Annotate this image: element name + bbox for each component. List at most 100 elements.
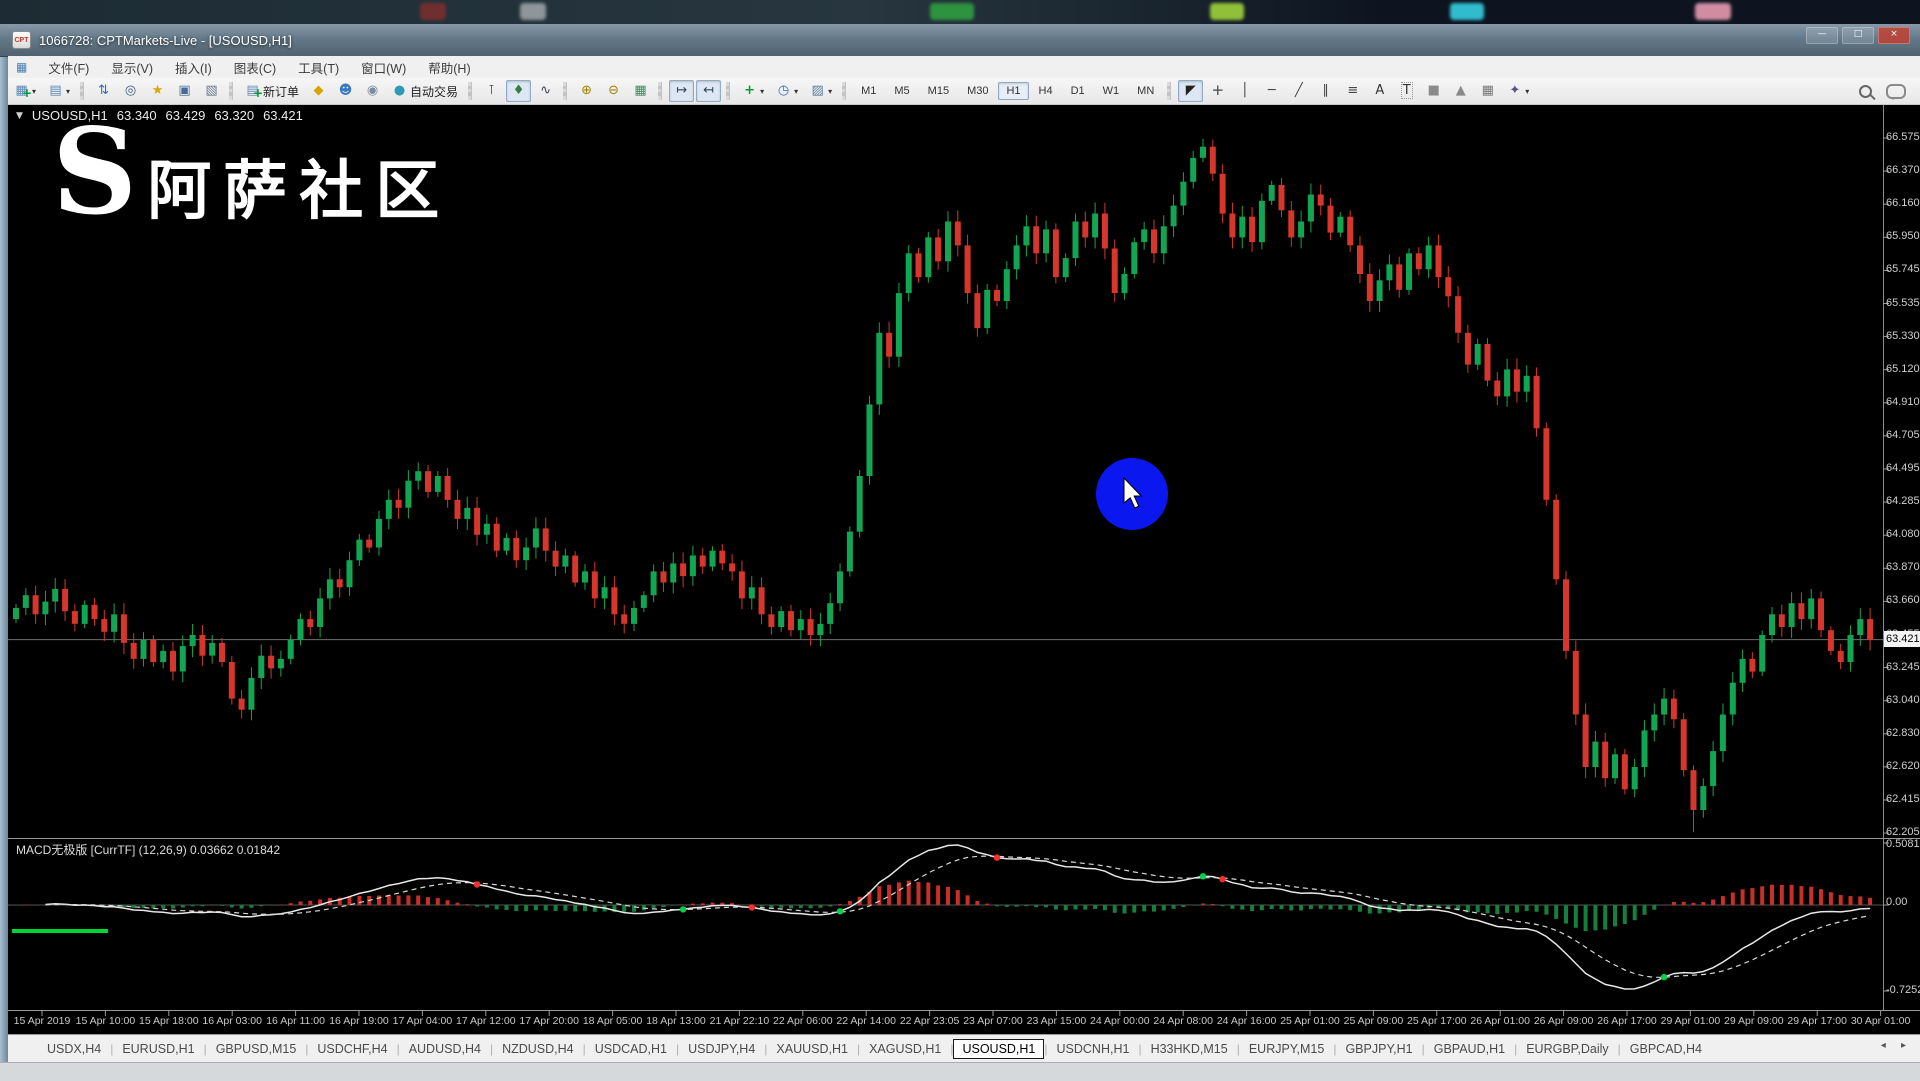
tab-xagusd-h1[interactable]: XAGUSD,H1 <box>860 1039 950 1059</box>
tab-usdjpy-h4[interactable]: USDJPY,H4 <box>679 1039 764 1059</box>
trendline-tool-button[interactable] <box>1286 80 1311 102</box>
signals-icon <box>365 83 380 99</box>
tab-audusd-h4[interactable]: AUDUSD,H4 <box>400 1039 490 1059</box>
chart-header[interactable]: ▼ USOUSD,H1 63.340 63.429 63.320 63.421 <box>16 108 303 123</box>
new-chart-button[interactable]: ▾ <box>9 80 41 102</box>
data-window-button[interactable] <box>145 80 170 102</box>
caret-down-icon: ▾ <box>66 87 70 96</box>
tab-usdcad-h1[interactable]: USDCAD,H1 <box>586 1039 676 1059</box>
bar-chart-button[interactable] <box>479 80 504 102</box>
text-tool-button[interactable] <box>1367 80 1392 102</box>
tab-gbpcad-h4[interactable]: GBPCAD,H4 <box>1621 1039 1711 1059</box>
minimize-button[interactable] <box>1806 27 1838 44</box>
indicators-icon <box>742 83 757 99</box>
caret-down-icon: ▾ <box>1525 87 1529 96</box>
maximize-button[interactable] <box>1842 27 1874 44</box>
indicators-button[interactable]: ▾ <box>737 80 769 102</box>
line-chart-button[interactable] <box>533 80 558 102</box>
timeframe-m1-button[interactable]: M1 <box>853 82 884 100</box>
zoom-out-button[interactable] <box>601 80 626 102</box>
caret-down-icon: ▾ <box>32 87 36 96</box>
terminal-icon <box>177 83 192 99</box>
toolbar-groups: ▾▾新订单自动交易▾▾▾M1M5M15M30H1H4D1W1MN▾ <box>8 79 1859 103</box>
timeframe-m5-button[interactable]: M5 <box>886 82 917 100</box>
tab-h33hkd-m15[interactable]: H33HKD,M15 <box>1142 1039 1237 1059</box>
candles-icon <box>511 83 526 99</box>
tab-scroll-arrows[interactable]: ◂ ▸ <box>1881 1040 1912 1051</box>
horizontal-line-tool-button[interactable] <box>1259 80 1284 102</box>
timeframe-mn-button[interactable]: MN <box>1129 82 1162 100</box>
experts-button[interactable] <box>333 80 358 102</box>
tile-windows-button[interactable] <box>628 80 653 102</box>
chart-add-icon <box>14 83 29 99</box>
strategy-tester-button[interactable] <box>199 80 224 102</box>
menu-view[interactable]: 显示(V) <box>100 55 164 80</box>
label-tool-button[interactable] <box>1394 80 1419 102</box>
periods-button[interactable]: ▾ <box>771 80 803 102</box>
chevron-down-icon: ▼ <box>16 111 23 121</box>
candlestick-chart-button[interactable] <box>506 80 531 102</box>
triangle-icon <box>1453 83 1468 99</box>
navigator-button[interactable] <box>118 80 143 102</box>
chart-shift-button[interactable] <box>696 80 721 102</box>
toolbar-separator <box>658 82 662 100</box>
timeframe-d1-button[interactable]: D1 <box>1063 82 1093 100</box>
menu-tools[interactable]: 工具(T) <box>287 55 350 80</box>
tab-eurjpy-m15[interactable]: EURJPY,M15 <box>1240 1039 1334 1059</box>
open-value: 63.340 <box>117 108 157 123</box>
desktop-blob <box>520 3 546 20</box>
timeframe-m15-button[interactable]: M15 <box>920 82 957 100</box>
close-button[interactable] <box>1878 27 1910 44</box>
tab-xauusd-h1[interactable]: XAUUSD,H1 <box>767 1039 857 1059</box>
experts-icon <box>338 83 353 99</box>
channel-tool-button[interactable] <box>1313 80 1338 102</box>
menu-file[interactable]: 文件(F) <box>37 55 100 80</box>
price-axis-label: 63.040 <box>1886 694 1920 706</box>
tab-usdx-h4[interactable]: USDX,H4 <box>38 1039 110 1059</box>
tab-nzdusd-h4[interactable]: NZDUSD,H4 <box>493 1039 583 1059</box>
tab-gbpaud-h1[interactable]: GBPAUD,H1 <box>1425 1039 1514 1059</box>
tab-usdchf-h4[interactable]: USDCHF,H4 <box>308 1039 396 1059</box>
tab-usdcnh-h1[interactable]: USDCNH,H1 <box>1048 1039 1139 1059</box>
timeframe-h4-button[interactable]: H4 <box>1031 82 1061 100</box>
title-bar[interactable]: CPT 1066728: CPTMarkets-Live - [USOUSD,H… <box>0 24 1920 57</box>
tab-gbpjpy-h1[interactable]: GBPJPY,H1 <box>1336 1039 1421 1059</box>
cursor-tool-button[interactable] <box>1178 80 1203 102</box>
arrows-tool-button[interactable]: ▾ <box>1502 80 1534 102</box>
market-watch-button[interactable] <box>91 80 116 102</box>
signals-button[interactable] <box>360 80 385 102</box>
metaeditor-button[interactable] <box>306 80 331 102</box>
zoom-in-button[interactable] <box>574 80 599 102</box>
vertical-line-tool-button[interactable] <box>1232 80 1257 102</box>
fibonacci-tool-button[interactable] <box>1340 80 1365 102</box>
tab-gbpusd-m15[interactable]: GBPUSD,M15 <box>207 1039 306 1059</box>
autotrading-button[interactable]: 自动交易 <box>387 80 463 103</box>
fibo-grid-tool-button[interactable] <box>1475 80 1500 102</box>
app-icon: CPT <box>12 31 31 49</box>
timeframe-h1-button[interactable]: H1 <box>998 82 1028 100</box>
rectangle-tool-button[interactable] <box>1421 80 1446 102</box>
triangle-tool-button[interactable] <box>1448 80 1473 102</box>
timeframe-w1-button[interactable]: W1 <box>1095 82 1128 100</box>
auto-scroll-button[interactable] <box>669 80 694 102</box>
new-order-button[interactable]: 新订单 <box>240 80 304 103</box>
terminal-button[interactable] <box>172 80 197 102</box>
menu-charts[interactable]: 图表(C) <box>223 55 287 80</box>
chart-background[interactable] <box>8 104 1920 1034</box>
label-icon <box>1399 83 1414 99</box>
price-axis-label: 64.495 <box>1886 462 1920 474</box>
chat-icon[interactable] <box>1886 84 1906 99</box>
menu-window[interactable]: 窗口(W) <box>350 55 417 80</box>
menu-help[interactable]: 帮助(H) <box>417 55 481 80</box>
search-icon[interactable] <box>1859 85 1872 98</box>
chart-window-icon: ▦ <box>16 60 27 74</box>
menu-insert[interactable]: 插入(I) <box>164 55 223 80</box>
tab-usousd-h1[interactable]: USOUSD,H1 <box>953 1039 1044 1059</box>
tab-eurgbp-daily[interactable]: EURGBP,Daily <box>1517 1039 1617 1059</box>
watermark-logo: S <box>52 126 137 218</box>
timeframe-m30-button[interactable]: M30 <box>959 82 996 100</box>
templates-button[interactable]: ▾ <box>805 80 837 102</box>
crosshair-tool-button[interactable] <box>1205 79 1230 103</box>
profiles-button[interactable]: ▾ <box>43 80 75 102</box>
tab-eurusd-h1[interactable]: EURUSD,H1 <box>113 1039 203 1059</box>
